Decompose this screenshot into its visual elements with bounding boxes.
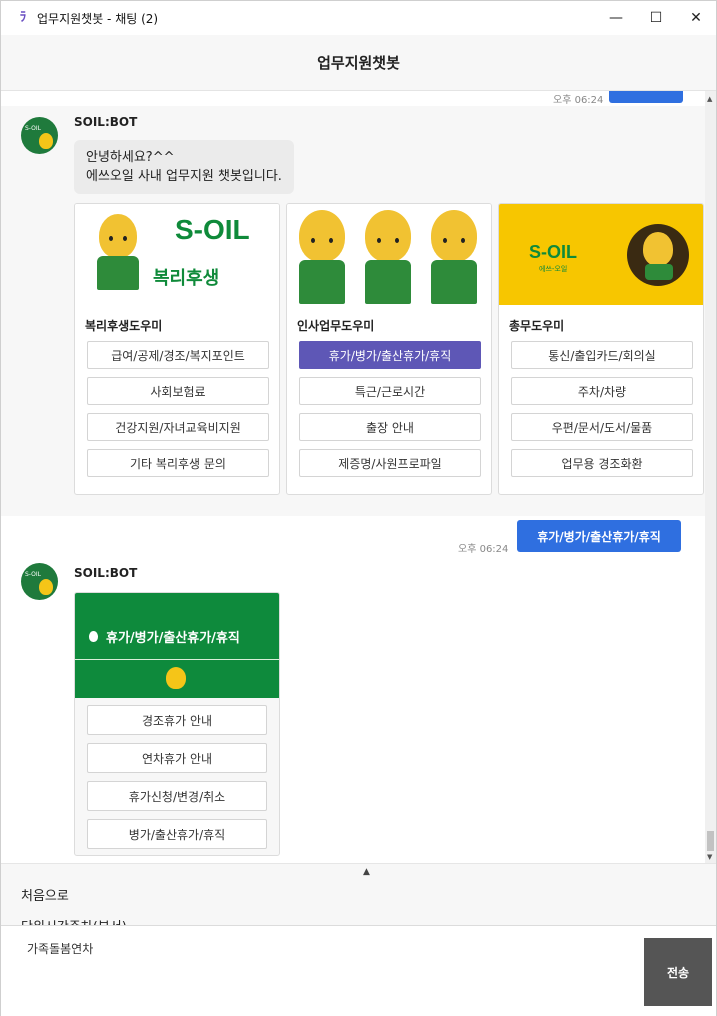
menu-card-header: 휴가/병가/출산휴가/휴직 [75,593,279,698]
menu-card-title: 휴가/병가/출산휴가/휴직 [89,627,240,646]
message-input[interactable]: 가족돌봄연차 [27,940,93,957]
greeting-bubble: 안녕하세요?^^ 에쓰오일 사내 업무지원 챗봇입니다. [74,140,294,194]
card-title: 인사업무도우미 [297,319,375,333]
user-message-bubble: 휴가/병가/출산휴가/휴직 [517,520,681,552]
card-option-button[interactable]: 우편/문서/도서/물품 [511,413,693,441]
card-option-button[interactable]: 출장 안내 [299,413,481,441]
bot-avatar: S-OIL [21,117,58,154]
soil-logo-icon: S-OIL [529,242,577,262]
maximize-button[interactable]: ☐ [636,1,676,35]
title-bar: ﾗ 업무지원챗봇 - 채팅 (2) — ☐ ✕ [1,1,716,35]
bot-message-group: S-OIL SOIL:BOT 휴가/병가/출산휴가/휴직 경조휴가 안내 연차휴… [1,561,706,861]
card-welfare: S-OIL 복리후생 복리후생도우미 급여/공제/경조/복지포인트 사회보험료 … [74,203,280,495]
message-time: 오후 06:24 [458,544,509,555]
greeting-line: 안녕하세요?^^ [86,150,175,165]
mascot-circle-icon [627,224,689,286]
divider [75,659,279,660]
card-option-button[interactable]: 업무용 경조화환 [511,449,693,477]
chat-title: 업무지원챗봇 [317,54,400,72]
mascot-icon [166,667,186,689]
message-input-area: 가족돌봄연차 전송 [1,925,716,1016]
scroll-up-arrow-icon[interactable]: ▲ [707,95,712,103]
bot-avatar: S-OIL [21,563,58,600]
mascot-icon [423,210,487,305]
card-option-button[interactable]: 특근/근로시간 [299,377,481,405]
mascot-icon [39,579,53,595]
menu-card: 휴가/병가/출산휴가/휴직 경조휴가 안내 연차휴가 안내 휴가신청/변경/취소… [74,592,280,856]
chat-window: ﾗ 업무지원챗봇 - 채팅 (2) — ☐ ✕ 업무지원챗봇 오후 06:24 … [0,0,717,1016]
card-option-button[interactable]: 제증명/사원프로파일 [299,449,481,477]
minimize-button[interactable]: — [596,1,636,35]
welfare-banner-image: S-OIL 복리후생 [75,204,279,305]
scroll-thumb[interactable] [707,831,714,851]
card-title: 총무도우미 [509,319,565,333]
suggestion-panel: ▲ 처음으로 단위시간주차(부서) [1,863,716,925]
card-hr: 인사업무도우미 휴가/병가/출산휴가/휴직 특근/근로시간 출장 안내 제증명/… [286,203,492,495]
card-carousel: S-OIL 복리후생 복리후생도우미 급여/공제/경조/복지포인트 사회보험료 … [74,203,704,495]
send-button[interactable]: 전송 [644,938,712,1006]
soil-logo-icon: S-OIL [175,214,250,245]
menu-button-list: 경조휴가 안내 연차휴가 안내 휴가신청/변경/취소 병가/출산휴가/휴직 [75,698,279,849]
card-option-button[interactable]: 기타 복리후생 문의 [87,449,269,477]
mascot-icon [89,214,145,304]
bot-name: SOIL:BOT [74,115,138,129]
mascot-icon [39,133,53,149]
card-option-button-selected[interactable]: 휴가/병가/출산휴가/휴직 [299,341,481,369]
general-affairs-banner-image: S-OIL 에쓰-오일 [499,204,703,305]
drop-icon [89,631,98,642]
welfare-caption: 복리후생 [153,268,220,289]
card-general-affairs: S-OIL 에쓰-오일 총무도우미 통신/출입카드/회의실 주차/차량 우편/문… [498,203,704,495]
avatar-logo-icon: S-OIL [25,571,41,578]
greeting-line: 에쓰오일 사내 업무지원 챗봇입니다. [86,169,282,184]
mascot-icon [357,210,421,305]
message-time: 오후 06:24 [553,95,604,106]
card-option-button[interactable]: 급여/공제/경조/복지포인트 [87,341,269,369]
card-option-button[interactable]: 사회보험료 [87,377,269,405]
card-option-button[interactable]: 통신/출입카드/회의실 [511,341,693,369]
window-title: 업무지원챗봇 - 채팅 (2) [37,11,159,26]
card-option-button[interactable]: 주차/차량 [511,377,693,405]
soil-logo-sub: 에쓰-오일 [539,265,568,273]
suggestion-item[interactable]: 단위시간주차(부서) [21,916,127,925]
hr-banner-image [287,204,491,305]
scroll-down-arrow-icon[interactable]: ▼ [707,853,712,861]
card-title: 복리후생도우미 [85,319,163,333]
mascot-icon [291,210,355,305]
message-list[interactable]: 오후 06:24 S-OIL SOIL:BOT 안녕하세요?^^ 에쓰오일 사내… [1,91,706,863]
menu-option-button[interactable]: 휴가신청/변경/취소 [87,781,267,811]
chat-header: 업무지원챗봇 [1,35,716,91]
message-scrollbar[interactable]: ▲ ▼ [705,91,716,863]
card-option-button[interactable]: 건강지원/자녀교육비지원 [87,413,269,441]
suggestion-item[interactable]: 처음으로 [21,885,69,904]
window-controls: — ☐ ✕ [596,1,716,35]
close-button[interactable]: ✕ [676,1,716,35]
bot-message-group: S-OIL SOIL:BOT 안녕하세요?^^ 에쓰오일 사내 업무지원 챗봇입… [1,106,706,516]
menu-card-title-text: 휴가/병가/출산휴가/휴직 [106,631,240,646]
collapse-arrow-icon[interactable]: ▲ [363,867,370,877]
menu-option-button[interactable]: 병가/출산휴가/휴직 [87,819,267,849]
app-icon: ﾗ [19,10,27,25]
avatar-logo-icon: S-OIL [25,125,41,132]
bot-name: SOIL:BOT [74,566,138,580]
menu-option-button[interactable]: 연차휴가 안내 [87,743,267,773]
menu-option-button[interactable]: 경조휴가 안내 [87,705,267,735]
user-message-bubble [609,91,683,103]
